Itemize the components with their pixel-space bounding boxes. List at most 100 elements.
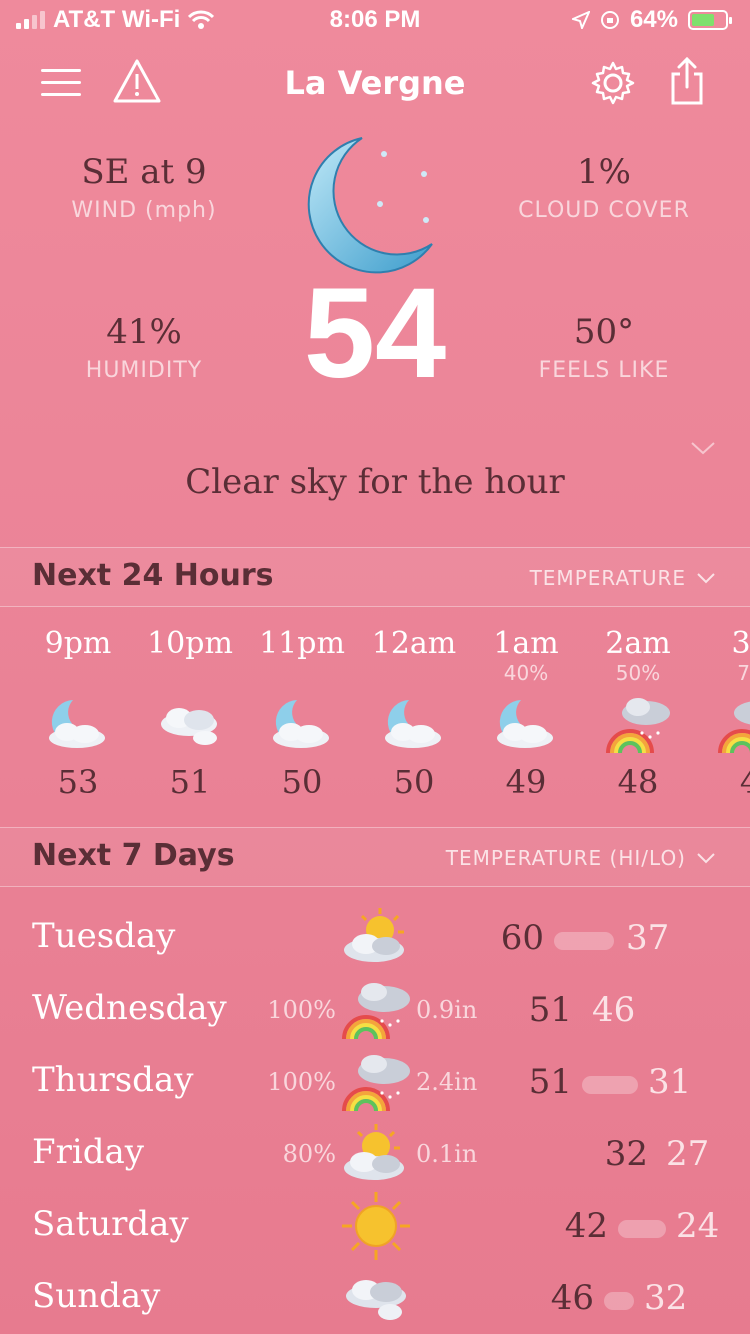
day-row-thursday[interactable]: Thursday 100% 2.4in 51 31 bbox=[0, 1046, 750, 1118]
day-row-sunday[interactable]: Sunday 46 32 bbox=[0, 1262, 750, 1334]
day-low: 27 bbox=[666, 1134, 710, 1174]
rainbow-rain-icon bbox=[338, 1046, 414, 1118]
hour-item: 11pm 50 bbox=[246, 626, 358, 801]
hour-precip bbox=[246, 661, 358, 685]
day-name: Tuesday bbox=[32, 916, 176, 956]
day-low: 24 bbox=[676, 1206, 720, 1246]
day-low: 32 bbox=[644, 1278, 688, 1318]
hourly-section-header: Next 24 Hours TEMPERATURE bbox=[0, 547, 750, 607]
battery-icon bbox=[688, 10, 732, 30]
day-precip: 80% bbox=[282, 1140, 336, 1168]
day-row-friday[interactable]: Friday 80% 0.1in 32 27 bbox=[0, 1118, 750, 1190]
hour-time: 10pm bbox=[147, 626, 233, 661]
cloud-cover-label: CLOUD COVER bbox=[518, 198, 690, 223]
battery-label: 64% bbox=[629, 6, 678, 33]
day-name: Saturday bbox=[32, 1204, 189, 1244]
moon-icon bbox=[307, 137, 433, 274]
settings-button[interactable] bbox=[588, 58, 638, 108]
temp-range-bar bbox=[604, 1292, 634, 1310]
daily-metric-selector[interactable]: TEMPERATURE (HI/LO) bbox=[446, 846, 716, 870]
hour-precip bbox=[134, 661, 246, 685]
wind-label: WIND (mph) bbox=[71, 198, 217, 223]
day-row-wednesday[interactable]: Wednesday 100% 0.9in 51 46 bbox=[0, 974, 750, 1046]
chevron-down-icon bbox=[697, 853, 715, 864]
rainbow-rain-icon bbox=[338, 974, 414, 1046]
sun-cloud-icon bbox=[338, 1118, 414, 1190]
moon-cloud-icon bbox=[470, 685, 582, 763]
hour-time: 12am bbox=[371, 626, 457, 661]
day-low: 31 bbox=[648, 1062, 692, 1102]
hourly-title: Next 24 Hours bbox=[32, 558, 274, 593]
day-name: Thursday bbox=[32, 1060, 194, 1100]
hour-time: 1am bbox=[493, 626, 559, 661]
hour-item: 12am 50 bbox=[358, 626, 470, 801]
chevron-down-icon[interactable] bbox=[690, 440, 716, 456]
wind-value: SE at 9 bbox=[81, 152, 207, 192]
day-precip-amount: 2.4in bbox=[416, 1068, 478, 1096]
day-precip: 100% bbox=[267, 1068, 336, 1096]
hour-temp: 50 bbox=[393, 763, 435, 801]
day-name: Wednesday bbox=[32, 988, 227, 1028]
rainbow-rain-icon bbox=[582, 685, 694, 763]
day-high: 32 bbox=[604, 1134, 648, 1174]
day-high: 42 bbox=[564, 1206, 608, 1246]
day-row-saturday[interactable]: Saturday 42 24 bbox=[0, 1190, 750, 1262]
day-precip: 100% bbox=[267, 996, 336, 1024]
temp-range-bar bbox=[582, 1076, 638, 1094]
day-precip-amount: 0.9in bbox=[416, 996, 478, 1024]
hourly-strip[interactable]: 9pm 53 10pm 51 11pm 50 12am 50 1am 40% 4… bbox=[22, 626, 750, 806]
day-high: 51 bbox=[528, 990, 572, 1030]
hour-precip bbox=[22, 661, 134, 685]
day-high: 51 bbox=[528, 1062, 572, 1102]
moon-cloud-icon bbox=[358, 685, 470, 763]
hour-precip: 50% bbox=[615, 661, 661, 685]
hour-item: 2am 50% 48 bbox=[582, 626, 694, 801]
day-low: 37 bbox=[626, 918, 670, 958]
daily-title: Next 7 Days bbox=[32, 838, 235, 873]
cloudy-icon bbox=[134, 685, 246, 763]
moon-cloud-icon bbox=[22, 685, 134, 763]
hour-temp: 49 bbox=[505, 763, 547, 801]
day-precip-amount: 0.1in bbox=[416, 1140, 478, 1168]
hour-temp: 50 bbox=[281, 763, 323, 801]
sun-icon bbox=[338, 1190, 414, 1262]
day-low: 46 bbox=[592, 990, 636, 1030]
hour-time: 2am bbox=[605, 626, 671, 661]
temp-range-bar bbox=[618, 1220, 666, 1238]
status-bar: AT&T Wi-Fi 8:06 PM 64% bbox=[0, 0, 750, 40]
hourly-selector-label: TEMPERATURE bbox=[529, 566, 686, 590]
day-name: Sunday bbox=[32, 1276, 161, 1316]
day-high: 46 bbox=[550, 1278, 594, 1318]
day-high: 60 bbox=[500, 918, 544, 958]
location-arrow-icon bbox=[571, 11, 590, 29]
hour-time: 9pm bbox=[44, 626, 112, 661]
hour-item: 9pm 53 bbox=[22, 626, 134, 801]
hour-temp: 4 bbox=[739, 763, 750, 801]
moon-cloud-icon bbox=[246, 685, 358, 763]
hour-temp: 51 bbox=[169, 763, 211, 801]
hour-precip: 70 bbox=[737, 661, 750, 685]
chevron-down-icon bbox=[697, 573, 715, 584]
daily-section-header: Next 7 Days TEMPERATURE (HI/LO) bbox=[0, 827, 750, 887]
cloud-cover-value: 1% bbox=[577, 152, 631, 192]
gear-icon bbox=[591, 61, 635, 105]
hourly-metric-selector[interactable]: TEMPERATURE bbox=[530, 566, 716, 590]
hour-precip: 40% bbox=[503, 661, 549, 685]
hour-temp: 48 bbox=[617, 763, 659, 801]
share-icon bbox=[671, 56, 703, 105]
daily-selector-label: TEMPERATURE (HI/LO) bbox=[445, 846, 686, 870]
hour-item: 3a 70 4 bbox=[694, 626, 750, 801]
orientation-lock-icon bbox=[600, 11, 619, 29]
share-button[interactable] bbox=[662, 56, 712, 106]
hour-precip bbox=[358, 661, 470, 685]
hour-item: 1am 40% 49 bbox=[470, 626, 582, 801]
hour-time: 3a bbox=[731, 626, 750, 661]
temp-range-bar bbox=[554, 932, 614, 950]
sun-cloud-icon bbox=[338, 902, 414, 974]
day-name: Friday bbox=[32, 1132, 144, 1172]
day-row-tuesday[interactable]: Tuesday 60 37 bbox=[0, 902, 750, 974]
hour-summary: Clear sky for the hour bbox=[185, 462, 565, 502]
rainbow-rain-icon bbox=[694, 685, 750, 763]
hour-temp: 53 bbox=[57, 763, 99, 801]
current-temperature: 54 bbox=[303, 262, 447, 405]
